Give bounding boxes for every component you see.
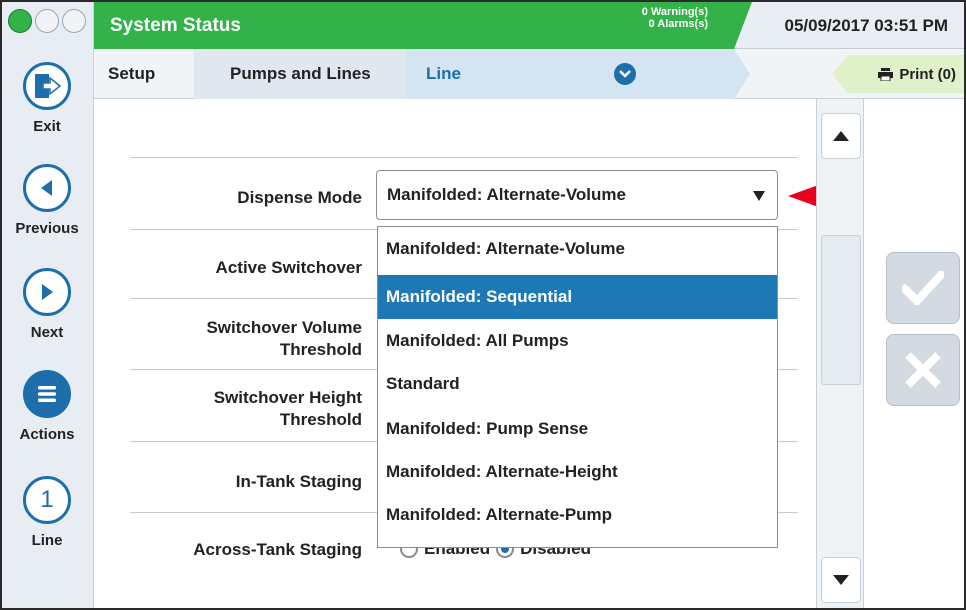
chevron-down-icon[interactable]	[614, 63, 636, 85]
dropdown-option[interactable]: Manifolded: Alternate-Pump	[378, 493, 777, 537]
accept-button[interactable]	[886, 252, 960, 324]
exit-label: Exit	[33, 118, 61, 135]
window-status-dot[interactable]	[62, 9, 86, 33]
warnings-count: 0 Warning(s)	[641, 6, 708, 18]
scroll-up-icon[interactable]	[821, 113, 861, 159]
check-icon	[902, 271, 944, 305]
line-number-badge: 1	[23, 476, 71, 524]
cancel-button[interactable]	[886, 334, 960, 406]
scroll-down-icon[interactable]	[821, 557, 861, 603]
dropdown-option[interactable]: Manifolded: Pump Sense	[378, 407, 777, 451]
printer-icon	[878, 67, 894, 81]
print-button[interactable]: Print (0)	[848, 55, 964, 93]
previous-button[interactable]: Previous	[2, 164, 92, 237]
previous-icon	[23, 164, 71, 212]
line-settings-form: Dispense Mode Active Switchover Switchov…	[94, 99, 824, 608]
in-tank-staging-label: In-Tank Staging	[235, 472, 362, 491]
dropdown-option[interactable]: Manifolded: All Pumps	[378, 319, 777, 363]
breadcrumb-separator	[734, 49, 750, 99]
dropdown-option[interactable]: Manifolded: Alternate-Volume	[378, 227, 777, 271]
previous-label: Previous	[15, 220, 79, 237]
exit-icon	[23, 62, 71, 110]
warnings-alarms-summary: 0 Warning(s) 0 Alarms(s)	[642, 6, 708, 30]
row-divider	[130, 157, 798, 158]
dispense-mode-label: Dispense Mode	[237, 188, 362, 207]
window-status-dot-green[interactable]	[8, 9, 32, 33]
date-time: 05/09/2017 03:51 PM	[784, 16, 948, 35]
breadcrumb-line[interactable]: Line	[406, 49, 734, 99]
dispense-mode-value: Manifolded: Alternate-Volume	[387, 185, 626, 204]
breadcrumb-setup[interactable]: Setup	[108, 49, 155, 99]
dropdown-arrow-icon	[753, 191, 765, 201]
exit-button[interactable]: Exit	[2, 62, 92, 135]
top-status-bar: System Status 0 Warning(s) 0 Alarms(s) 0…	[94, 2, 964, 49]
active-switchover-label: Active Switchover	[215, 258, 362, 277]
actions-menu-icon	[23, 370, 71, 418]
actions-label: Actions	[19, 426, 75, 443]
window-status-dot[interactable]	[35, 9, 59, 33]
switchover-volume-threshold-label: Switchover Volume Threshold	[206, 318, 362, 359]
line-label: Line	[31, 532, 63, 549]
alarms-count: 0 Alarms(s)	[648, 18, 708, 30]
dropdown-option[interactable]: Standard	[378, 362, 777, 406]
banner-slant	[734, 2, 752, 49]
dropdown-option[interactable]: Manifolded: Alternate-Height	[378, 450, 777, 494]
close-icon	[905, 352, 941, 388]
print-label: Print (0)	[899, 65, 956, 83]
across-tank-staging-label: Across-Tank Staging	[193, 540, 362, 559]
app-window: Exit Previous Next Actions 1 Line System…	[0, 0, 966, 610]
print-button-notch	[832, 55, 848, 93]
dropdown-option-selected[interactable]: Manifolded: Sequential	[378, 275, 777, 319]
switchover-height-threshold-label: Switchover Height Threshold	[213, 388, 362, 429]
breadcrumb: Pumps and Lines Setup Line Print (0)	[94, 49, 964, 99]
dispense-mode-select[interactable]: Manifolded: Alternate-Volume	[376, 170, 778, 220]
scroll-thumb[interactable]	[821, 235, 861, 385]
line-button[interactable]: 1 Line	[2, 476, 92, 549]
vertical-scrollbar[interactable]	[816, 99, 864, 608]
actions-button[interactable]: Actions	[2, 370, 92, 443]
next-button[interactable]: Next	[2, 268, 92, 341]
system-status-title: System Status	[110, 15, 241, 36]
window-controls	[8, 9, 86, 33]
line-number: 1	[40, 486, 54, 513]
left-nav-rail: Exit Previous Next Actions 1 Line	[2, 2, 94, 608]
dispense-mode-dropdown-list: Manifolded: Alternate-Volume Manifolded:…	[377, 226, 778, 548]
next-label: Next	[30, 324, 64, 341]
next-icon	[23, 268, 71, 316]
system-status-banner[interactable]: System Status 0 Warning(s) 0 Alarms(s)	[94, 2, 734, 49]
